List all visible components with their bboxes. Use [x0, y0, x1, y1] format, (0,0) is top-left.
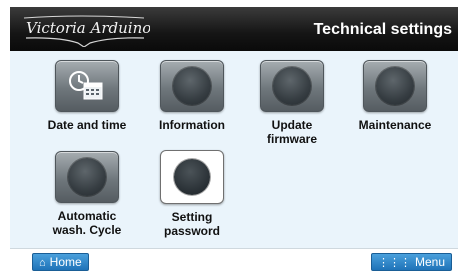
maintenance-label: Maintenance — [358, 118, 432, 132]
automatic-wash-cycle-button[interactable]: Automatic wash. Cycle — [42, 151, 132, 237]
circle-icon — [174, 159, 210, 195]
maintenance-button[interactable]: Maintenance — [350, 60, 440, 132]
home-label: Home — [49, 255, 82, 269]
victoria-arduino-logo: Victoria Arduino — [23, 15, 150, 47]
circle-icon — [173, 67, 211, 105]
automatic-wash-cycle-label: Automatic wash. Cycle — [52, 209, 122, 237]
date-and-time-button[interactable]: Date and time — [42, 60, 132, 132]
information-tile[interactable] — [160, 60, 224, 112]
svg-text:Victoria Arduino: Victoria Arduino — [26, 19, 150, 37]
home-icon: ⌂ — [39, 257, 46, 269]
home-button[interactable]: ⌂ Home — [32, 253, 89, 271]
setting-password-label: Setting password — [163, 210, 220, 238]
update-firmware-button[interactable]: Update firmware — [247, 60, 337, 146]
circle-icon — [376, 67, 414, 105]
date-and-time-label: Date and time — [47, 118, 127, 132]
information-button[interactable]: Information — [147, 60, 237, 132]
setting-password-button[interactable]: Setting password — [147, 150, 237, 238]
maintenance-tile[interactable] — [363, 60, 427, 112]
screen: Victoria Arduino Technical settings Date… — [10, 7, 458, 271]
calendar-clock-icon — [69, 71, 103, 100]
page-title: Technical settings — [313, 21, 452, 38]
circle-icon — [273, 67, 311, 105]
top-bar: Victoria Arduino Technical settings — [10, 7, 458, 51]
circle-icon — [68, 158, 106, 196]
update-firmware-tile[interactable] — [260, 60, 324, 112]
update-firmware-label: Update firmware — [266, 118, 318, 146]
menu-label: Menu — [414, 255, 445, 269]
menu-grid-icon: ⋮⋮⋮ — [377, 257, 411, 269]
bottom-bar: ⌂ Home ⋮⋮⋮ Menu — [10, 248, 458, 271]
information-label: Information — [159, 118, 225, 132]
setting-password-tile[interactable] — [160, 150, 224, 204]
menu-button[interactable]: ⋮⋮⋮ Menu — [370, 253, 452, 271]
date-and-time-tile[interactable] — [55, 60, 119, 112]
automatic-wash-cycle-tile[interactable] — [55, 151, 119, 203]
